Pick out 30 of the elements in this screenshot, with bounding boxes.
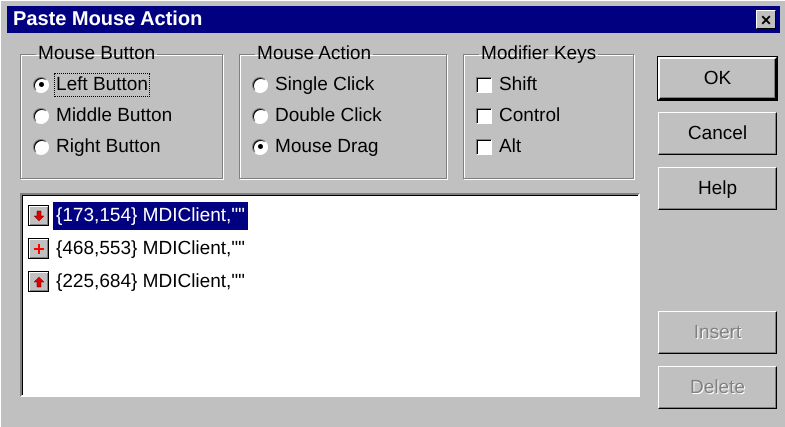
window-title: Paste Mouse Action — [13, 8, 202, 31]
radio-button[interactable] — [252, 108, 268, 124]
checkbox-label[interactable]: Control — [497, 104, 562, 128]
list-item[interactable]: {225,684} MDIClient,"" — [53, 268, 248, 296]
plus-icon — [28, 238, 49, 259]
radio-label[interactable]: Double Click — [273, 104, 384, 128]
dialog-button[interactable]: Help — [658, 167, 777, 210]
list-item[interactable]: {468,553} MDIClient,"" — [53, 234, 248, 262]
radio-label[interactable]: Single Click — [273, 72, 376, 96]
radio-button[interactable] — [252, 76, 268, 92]
radio-label[interactable]: Left Button — [54, 72, 150, 96]
list-item[interactable]: {173,154} MDIClient,"" — [53, 202, 248, 230]
checkbox[interactable] — [476, 108, 492, 124]
radio-label[interactable]: Mouse Drag — [273, 134, 380, 158]
radio-button[interactable] — [33, 108, 49, 124]
radio-button[interactable] — [33, 138, 49, 154]
close-button[interactable]: × — [756, 10, 776, 29]
dialog-button[interactable]: Cancel — [658, 112, 777, 155]
group-title: Mouse Button — [37, 43, 156, 65]
checkbox[interactable] — [476, 138, 492, 154]
dialog-button[interactable]: OK — [658, 57, 777, 100]
radio-label[interactable]: Middle Button — [54, 104, 174, 128]
checkbox-label[interactable]: Shift — [497, 72, 540, 96]
group-title: Mouse Action — [256, 43, 372, 65]
checkbox-label[interactable]: Alt — [497, 134, 524, 158]
radio-button[interactable] — [33, 76, 49, 92]
radio-label[interactable]: Right Button — [54, 134, 163, 158]
group-title: Modifier Keys — [480, 43, 598, 65]
checkbox[interactable] — [476, 76, 492, 92]
radio-button[interactable] — [252, 138, 268, 154]
